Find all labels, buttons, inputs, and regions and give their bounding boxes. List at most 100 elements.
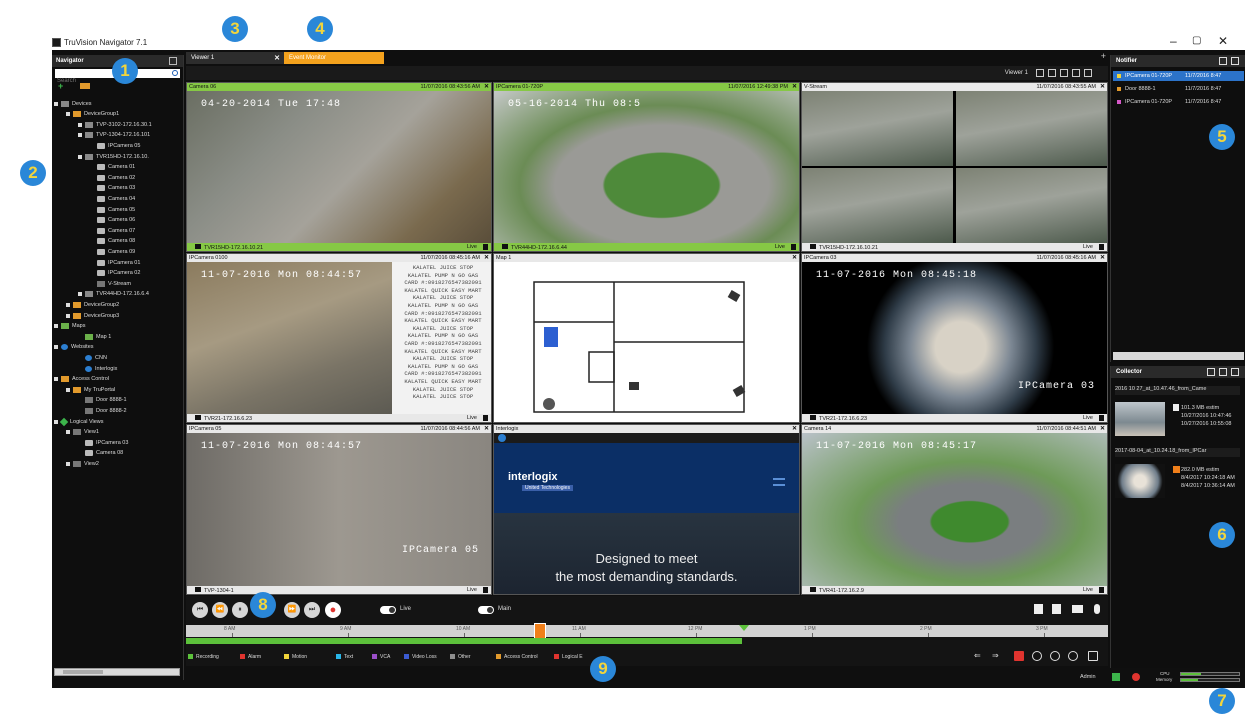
video-cell[interactable]: V-Stream 11/07/2016 08:43:55 AM ✕ TVR15HD-1…: [801, 82, 1108, 252]
expand-toggle-icon[interactable]: [66, 387, 70, 392]
tree-item[interactable]: Maps: [54, 322, 85, 331]
minus-icon[interactable]: [1032, 651, 1042, 661]
user-icon[interactable]: [1112, 673, 1120, 681]
bookmark-icon[interactable]: [791, 244, 796, 250]
tree-item[interactable]: IPCamera 03: [78, 438, 128, 447]
layout-icon[interactable]: [1036, 69, 1044, 77]
cell-close-button[interactable]: ✕: [1100, 83, 1105, 90]
expand-toggle-icon[interactable]: [66, 112, 70, 117]
tree-item[interactable]: Camera 08: [78, 449, 123, 458]
tree-item[interactable]: DeviceGroup1: [66, 110, 119, 119]
bookmark-icon[interactable]: [483, 415, 488, 421]
collector-item-title[interactable]: 2017-08-04_at_10.24.18_from_IPCar: [1115, 448, 1240, 457]
tree-item[interactable]: TVP-3102-172.16.30.1: [78, 120, 152, 129]
notifier-row[interactable]: IPCamera 01-720P 11/7/2016 8:47: [1113, 71, 1244, 81]
expand-toggle-icon[interactable]: [54, 419, 58, 424]
cell-close-button[interactable]: ✕: [1100, 425, 1105, 432]
tree-item[interactable]: Camera 08: [90, 237, 135, 246]
stop-icon[interactable]: [1014, 651, 1024, 661]
alarm-icon[interactable]: [1132, 673, 1140, 681]
stream-tile[interactable]: [956, 91, 1107, 167]
expand-toggle-icon[interactable]: [78, 133, 82, 138]
minimize-button[interactable]: –: [1170, 34, 1177, 48]
expand-toggle-icon[interactable]: [54, 345, 58, 350]
scrollbar-thumb[interactable]: [63, 670, 103, 674]
tree-item[interactable]: Camera 01: [90, 163, 135, 172]
cell-close-button[interactable]: ✕: [484, 425, 489, 432]
tree-item[interactable]: Door 8888-2: [78, 406, 127, 415]
clear-view-icon[interactable]: [1084, 69, 1092, 77]
map-camera-icon[interactable]: [543, 398, 555, 410]
export-icon[interactable]: [1207, 368, 1215, 376]
map-camera-icon[interactable]: [629, 382, 639, 390]
plus-icon[interactable]: [1050, 651, 1060, 661]
navigator-scrollbar[interactable]: [54, 668, 180, 676]
expand-toggle-icon[interactable]: [54, 101, 58, 106]
tree-item[interactable]: Logical Views: [54, 417, 104, 426]
video-cell[interactable]: IPCamera 0100 11/07/2016 08:45:16 AM ✕ KALA…: [186, 253, 492, 423]
timeline[interactable]: 8 AM 9 AM 10 AM 11 AM 12 PM 1 PM 2 PM 3 PM: [186, 625, 1108, 637]
tree-item[interactable]: Camera 06: [90, 216, 135, 225]
bookmark-icon[interactable]: [1034, 604, 1043, 614]
zoom-in-timeline-icon[interactable]: ⇐: [974, 651, 984, 661]
expand-toggle-icon[interactable]: [78, 292, 82, 297]
tree-item[interactable]: TVP-1304-172.16.101: [78, 131, 150, 140]
cell-close-button[interactable]: ✕: [792, 254, 797, 261]
add-icon[interactable]: +: [58, 81, 63, 91]
expand-toggle-icon[interactable]: [54, 324, 58, 329]
check-icon[interactable]: [1219, 368, 1227, 376]
expand-toggle-icon[interactable]: [66, 313, 70, 318]
save-view-icon[interactable]: [1048, 69, 1056, 77]
video-cell[interactable]: IPCamera 03 11/07/2016 08:45:16 AM ✕ 11-07-…: [801, 253, 1108, 423]
floor-map[interactable]: [494, 262, 794, 416]
expand-toggle-icon[interactable]: [54, 377, 58, 382]
cell-close-button[interactable]: ✕: [484, 83, 489, 90]
fullscreen-icon[interactable]: [1072, 69, 1080, 77]
tree-item[interactable]: V-Stream: [90, 279, 131, 288]
tree-item[interactable]: Camera 03: [90, 184, 135, 193]
close-button[interactable]: ✕: [1218, 34, 1228, 48]
expand-toggle-icon[interactable]: [66, 430, 70, 435]
sync-icon[interactable]: [1068, 651, 1078, 661]
notifier-row[interactable]: Door 8888-1 11/7/2016 8:47: [1113, 84, 1244, 94]
tree-item[interactable]: IPCamera 02: [90, 269, 140, 278]
tree-item[interactable]: View2: [66, 459, 99, 468]
timeline-playhead[interactable]: [534, 623, 546, 639]
export-icon[interactable]: [1052, 604, 1061, 614]
hamburger-icon[interactable]: [773, 478, 785, 486]
stream-tile[interactable]: [802, 91, 953, 167]
skip-start-button[interactable]: ⏮: [192, 602, 208, 618]
menu-icon[interactable]: [169, 57, 177, 65]
map-marker[interactable]: [544, 327, 558, 347]
tree-item[interactable]: TVR44HD-172.16.6.4: [78, 290, 149, 299]
add-tab-button[interactable]: +: [1101, 51, 1106, 61]
stream-tile[interactable]: [802, 167, 953, 243]
expand-toggle-icon[interactable]: [78, 154, 82, 159]
tree-item[interactable]: Camera 07: [90, 226, 135, 235]
tree-item[interactable]: Camera 09: [90, 247, 135, 256]
main-stream-toggle[interactable]: [478, 606, 494, 614]
tree-item[interactable]: Door 8888-1: [78, 396, 127, 405]
delete-icon[interactable]: [1231, 368, 1239, 376]
record-button[interactable]: ●: [325, 602, 341, 618]
calendar-icon[interactable]: [1088, 651, 1098, 661]
expand-toggle-icon[interactable]: [66, 302, 70, 307]
tree-item[interactable]: Camera 05: [90, 205, 135, 214]
rewind-button[interactable]: ⏪: [212, 602, 228, 618]
search-icon[interactable]: [172, 70, 178, 76]
tree-item[interactable]: IPCamera 05: [90, 141, 140, 150]
microphone-icon[interactable]: [1094, 604, 1100, 614]
tab-close-button[interactable]: ✕: [274, 54, 280, 62]
tree-item[interactable]: My TruPortal: [66, 385, 115, 394]
folder-icon[interactable]: [80, 83, 90, 89]
pause-button[interactable]: ⏸: [232, 602, 248, 618]
tab-viewer-1[interactable]: Viewer 1 ✕: [186, 52, 284, 64]
bookmark-icon[interactable]: [1099, 415, 1104, 421]
skip-end-button[interactable]: ⏭: [304, 602, 320, 618]
video-cell[interactable]: Interlogix ✕ interlogix United Technologies…: [493, 424, 800, 595]
collector-thumbnail[interactable]: [1115, 402, 1165, 436]
notifier-scrollbar[interactable]: [1113, 352, 1244, 360]
tree-item[interactable]: DeviceGroup2: [66, 300, 119, 309]
tab-event-monitor[interactable]: Event Monitor: [284, 52, 384, 64]
expand-toggle-icon[interactable]: [66, 461, 70, 466]
